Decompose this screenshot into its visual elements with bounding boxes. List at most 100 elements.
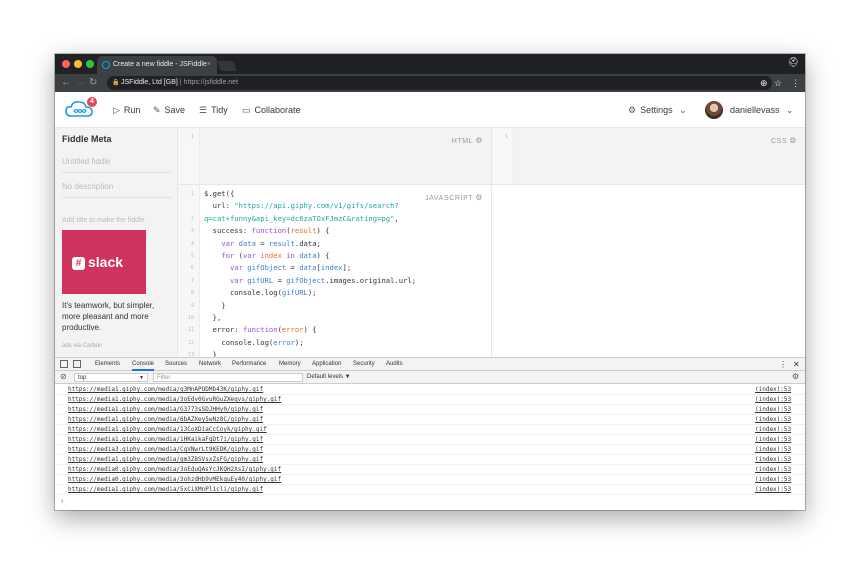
context-select[interactable]: top ▼: [74, 373, 148, 382]
bookmark-star-icon[interactable]: ☆: [774, 75, 782, 91]
forward-icon[interactable]: →: [75, 75, 85, 91]
log-source-link[interactable]: (index):53: [755, 415, 791, 425]
settings-button[interactable]: ⚙ Settings ⌄: [628, 92, 691, 128]
zoom-icon[interactable]: ⊕: [760, 75, 768, 91]
html-label-text: HTML: [451, 138, 474, 145]
log-url-link[interactable]: https://media1.giphy.com/media/5xCiXMnPl…: [68, 485, 263, 495]
ad-image[interactable]: # slack: [62, 230, 146, 294]
devtools-tab-memory[interactable]: Memory: [279, 358, 301, 371]
username: daniellevass: [730, 105, 780, 115]
html-panel[interactable]: 1 HTML ⚙: [178, 128, 492, 185]
reload-icon[interactable]: ↻: [89, 75, 97, 91]
lock-icon: 🔒: [112, 80, 120, 86]
devtools-tab-elements[interactable]: Elements: [95, 358, 120, 371]
user-menu-button[interactable]: daniellevass ⌄: [730, 92, 798, 128]
browser-menu-icon[interactable]: ⋮: [791, 75, 800, 91]
log-url-link[interactable]: https://media1.giphy.com/media/gm3Z8SVsx…: [68, 455, 263, 465]
code-token: success:: [204, 226, 252, 236]
log-url-link[interactable]: https://media1.giphy.com/media/1HKaikaFq…: [68, 435, 263, 445]
log-url-link[interactable]: https://media1.giphy.com/media/13CoXDiaC…: [68, 425, 267, 435]
fiddle-description-input[interactable]: No description: [62, 182, 172, 198]
close-devtools-icon[interactable]: ✕: [793, 358, 800, 371]
log-url-link[interactable]: https://media1.giphy.com/media/6bAZXey5w…: [68, 415, 263, 425]
devtools-tab-performance[interactable]: Performance: [232, 358, 266, 371]
tidy-button[interactable]: ☰ Tidy: [199, 92, 228, 128]
ad-via-link[interactable]: ads via Carbon: [62, 343, 102, 349]
log-source-link[interactable]: (index):53: [755, 445, 791, 455]
result-panel[interactable]: [492, 185, 805, 357]
tab-close-icon[interactable]: ×: [207, 56, 211, 74]
inspect-icon[interactable]: [60, 360, 68, 368]
maximize-window-button[interactable]: [86, 60, 94, 68]
log-source-link[interactable]: (index):53: [755, 435, 791, 445]
devtools-tab-security[interactable]: Security: [353, 358, 375, 371]
javascript-panel[interactable]: 1 2 3 4 5 6 7 8 9 10 11 12 13 $.get({ url: "https://…: [178, 185, 492, 357]
device-toolbar-icon[interactable]: [73, 360, 81, 368]
log-source-link[interactable]: (index):53: [755, 465, 791, 475]
address-bar[interactable]: 🔒 JSFiddle, Ltd [GB] | https://jsfiddle.…: [107, 76, 772, 90]
run-button[interactable]: ▷ Run: [113, 92, 140, 128]
log-source-link[interactable]: (index):53: [755, 455, 791, 465]
log-url-link[interactable]: https://media1.giphy.com/media/3oEdv0Gvu…: [68, 395, 281, 405]
notification-badge[interactable]: 4: [87, 97, 97, 107]
url-text: https://jsfiddle.net: [183, 79, 239, 86]
minimize-window-button[interactable]: [74, 60, 82, 68]
devtools-menu-icon[interactable]: ⋮: [779, 358, 787, 371]
console-prompt-icon[interactable]: ›: [61, 498, 63, 505]
code-token: .data;: [294, 238, 321, 248]
code-token: error:: [204, 325, 243, 335]
log-url-link[interactable]: https://media0.giphy.com/media/3oEduQAsY…: [68, 465, 281, 475]
code-token: data: [234, 238, 256, 248]
code-line: console.log(gifURL);: [204, 287, 416, 299]
devtools-tab-network[interactable]: Network: [199, 358, 221, 371]
tab-bar: Create a new fiddle - JSFiddle × ⛑: [55, 54, 805, 74]
devtools-tab-sources[interactable]: Sources: [165, 358, 187, 371]
collaborate-label: Collaborate: [254, 105, 301, 115]
css-label-text: CSS: [771, 138, 788, 145]
gear-icon[interactable]: ⚙: [475, 136, 483, 145]
code-token: in: [281, 250, 300, 260]
console-log-row: https://media0.giphy.com/media/3oEduQAsY…: [55, 465, 805, 475]
ad-text[interactable]: It's teamwork, but simpler, more pleasan…: [62, 300, 174, 333]
log-url-link[interactable]: https://media0.giphy.com/media/3ohzdHb9v…: [68, 475, 281, 485]
log-source-link[interactable]: (index):53: [755, 405, 791, 415]
gear-icon[interactable]: ⚙: [475, 193, 483, 202]
devtools-tab-application[interactable]: Application: [312, 358, 341, 371]
save-label: Save: [164, 105, 186, 115]
back-icon[interactable]: ←: [61, 75, 71, 91]
javascript-code[interactable]: $.get({ url: "https://api.giphy.com/v1/g…: [204, 188, 416, 357]
code-token: ];: [342, 263, 352, 273]
line-number: 1: [190, 191, 194, 197]
log-source-link[interactable]: (index):53: [755, 385, 791, 395]
log-url-link[interactable]: https://media1.giphy.com/media/G3773sSDJ…: [68, 405, 263, 415]
log-source-link[interactable]: (index):53: [755, 425, 791, 435]
log-url-link[interactable]: https://media3.giphy.com/media/CqVNwrLt9…: [68, 445, 263, 455]
log-source-link[interactable]: (index):53: [755, 475, 791, 485]
css-panel[interactable]: 1 CSS ⚙: [492, 128, 805, 185]
console-log-row: https://media0.giphy.com/media/3ohzdHb9v…: [55, 475, 805, 485]
browser-tab[interactable]: Create a new fiddle - JSFiddle ×: [97, 56, 217, 74]
close-window-button[interactable]: [62, 60, 70, 68]
code-token: console.log(: [204, 337, 274, 347]
devtools-tab-audits[interactable]: Audits: [386, 358, 403, 371]
console-settings-icon[interactable]: ⚙: [792, 372, 799, 381]
save-button[interactable]: ✎ Save: [153, 92, 185, 128]
avatar[interactable]: [705, 101, 723, 119]
console-filter-input[interactable]: Filter: [153, 373, 303, 382]
log-url-link[interactable]: https://media1.giphy.com/media/q3MnAPODM…: [68, 385, 263, 395]
line-number: 1: [504, 134, 508, 140]
clear-console-icon[interactable]: ⊘: [60, 372, 67, 381]
log-levels-select[interactable]: Default levels ▼: [307, 371, 351, 384]
chevron-down-icon: ⌄: [679, 105, 687, 115]
gear-icon[interactable]: ⚙: [789, 136, 797, 145]
collaborate-button[interactable]: ▭ Collaborate: [242, 92, 301, 128]
log-source-link[interactable]: (index):53: [755, 485, 791, 495]
devtools-tab-console[interactable]: Console: [132, 358, 155, 371]
log-source-link[interactable]: (index):53: [755, 395, 791, 405]
code-token: =: [286, 263, 300, 273]
fiddle-title-input[interactable]: Untitled fiddle: [62, 157, 172, 173]
code-token: "https://api.giphy.com/v1/gifs/search?: [234, 201, 399, 211]
code-token: var: [229, 275, 243, 285]
new-tab-button[interactable]: [217, 61, 237, 71]
